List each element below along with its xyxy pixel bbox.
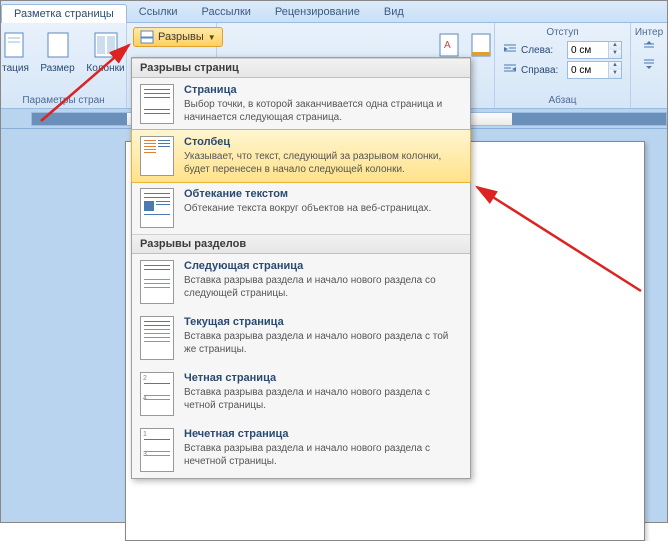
tab-links[interactable]: Ссылки xyxy=(127,3,190,21)
group-spacing: Интер xyxy=(631,23,667,108)
orientation-button[interactable]: тация xyxy=(0,25,32,74)
break-text-wrap[interactable]: Обтекание текстом Обтекание текста вокруг… xyxy=(132,182,470,234)
tab-mailings[interactable]: Рассылки xyxy=(190,3,263,21)
paragraph-label: Абзац xyxy=(495,95,630,106)
indent-right-spinner[interactable]: ▲▼ xyxy=(567,61,622,79)
break-continuous-desc: Вставка разрыва раздела и начало нового … xyxy=(184,330,462,356)
indent-left-spinner[interactable]: ▲▼ xyxy=(567,41,622,59)
group-page-setup-label: Параметры стран xyxy=(1,95,126,106)
section-section-breaks: Разрывы разделов xyxy=(132,234,470,254)
page-color-button[interactable] xyxy=(467,25,495,61)
break-text-wrap-desc: Обтекание текста вокруг объектов на веб-… xyxy=(184,202,462,215)
break-column-title: Столбец xyxy=(184,136,462,148)
spacing-after-icon xyxy=(642,57,656,71)
indent-left-label: Слева: xyxy=(521,45,563,56)
spin-down[interactable]: ▼ xyxy=(609,70,621,78)
indent-right-input[interactable] xyxy=(568,64,608,77)
break-next-page-icon xyxy=(140,260,174,304)
indent-title: Отступ xyxy=(546,27,578,38)
size-icon xyxy=(42,29,74,61)
break-odd-page-desc: Вставка разрыва раздела и начало нового … xyxy=(184,442,462,468)
break-continuous-title: Текущая страница xyxy=(184,316,462,328)
group-page-setup: тация Размер Колонки Параметры стран xyxy=(1,23,127,108)
columns-button[interactable]: Колонки xyxy=(84,25,128,74)
break-odd-page-title: Нечетная страница xyxy=(184,428,462,440)
break-text-wrap-icon xyxy=(140,188,174,228)
indent-left-icon xyxy=(503,43,517,58)
break-even-page-title: Четная страница xyxy=(184,372,462,384)
break-column-desc: Указывает, что текст, следующий за разры… xyxy=(184,150,462,176)
break-even-page-desc: Вставка разрыва раздела и начало нового … xyxy=(184,386,462,412)
tab-view[interactable]: Вид xyxy=(372,3,416,21)
break-next-page-desc: Вставка разрыва раздела и начало нового … xyxy=(184,274,462,300)
chevron-down-icon: ▼ xyxy=(208,33,216,42)
indent-right-icon xyxy=(503,63,517,78)
break-page-title: Страница xyxy=(184,84,462,96)
tab-review[interactable]: Рецензирование xyxy=(263,3,372,21)
spin-up[interactable]: ▲ xyxy=(609,62,621,70)
breaks-label: Разрывы xyxy=(158,31,204,43)
break-page-icon xyxy=(140,84,174,124)
orientation-label: тация xyxy=(2,63,29,74)
indent-right-label: Справа: xyxy=(521,65,563,76)
spacing-title: Интер xyxy=(635,27,663,38)
break-even-page[interactable]: 24 Четная страница Вставка разрыва раздел… xyxy=(132,366,470,422)
break-page[interactable]: Страница Выбор точки, в которой заканчива… xyxy=(132,78,470,130)
breaks-icon xyxy=(140,30,154,44)
spacing-before-icon xyxy=(642,41,656,55)
break-even-page-icon: 24 xyxy=(140,372,174,416)
break-odd-page-icon: 13 xyxy=(140,428,174,472)
break-continuous[interactable]: Текущая страница Вставка разрыва раздела … xyxy=(132,310,470,366)
break-odd-page[interactable]: 13 Нечетная страница Вставка разрыва разд… xyxy=(132,422,470,478)
tab-page-layout[interactable]: Разметка страницы xyxy=(1,4,127,23)
section-page-breaks: Разрывы страниц xyxy=(132,58,470,78)
spin-up[interactable]: ▲ xyxy=(609,42,621,50)
indent-left-input[interactable] xyxy=(568,44,608,57)
break-column-icon xyxy=(140,136,174,176)
break-text-wrap-title: Обтекание текстом xyxy=(184,188,462,200)
breaks-dropdown: Разрывы страниц Страница Выбор точки, в к… xyxy=(131,57,471,479)
spin-down[interactable]: ▼ xyxy=(609,50,621,58)
orientation-icon xyxy=(0,29,32,61)
break-continuous-icon xyxy=(140,316,174,360)
breaks-dropdown-button[interactable]: Разрывы ▼ xyxy=(133,27,223,47)
break-next-page[interactable]: Следующая страница Вставка разрыва раздел… xyxy=(132,254,470,310)
svg-text:A: A xyxy=(444,40,451,51)
size-label: Размер xyxy=(40,63,74,74)
break-page-desc: Выбор точки, в которой заканчивается одн… xyxy=(184,98,462,124)
columns-icon xyxy=(90,29,122,61)
columns-label: Колонки xyxy=(86,63,124,74)
ribbon-tabs: Разметка страницы Ссылки Рассылки Реценз… xyxy=(1,1,667,23)
watermark-button[interactable]: A xyxy=(435,25,463,61)
group-indent: Отступ Слева: ▲▼ Справа: ▲▼ Абзац xyxy=(495,23,631,108)
break-next-page-title: Следующая страница xyxy=(184,260,462,272)
break-column[interactable]: Столбец Указывает, что текст, следующий з… xyxy=(131,129,471,183)
size-button[interactable]: Размер xyxy=(36,25,80,74)
